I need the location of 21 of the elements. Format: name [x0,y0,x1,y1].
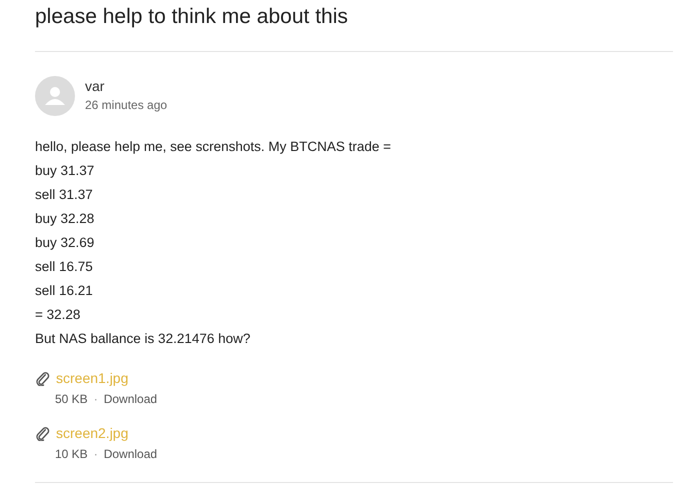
post-time: 26 minutes ago [85,97,168,114]
post-text-line: buy 32.28 [35,210,94,228]
post-text-line: hello, please help me, see screnshots. My BTCNAS trade = [35,138,392,156]
paperclip-icon [35,370,50,386]
page-title: please help to think me about this [35,4,349,30]
file-size: 10 KB [55,447,88,461]
post-text-line: = 32.28 [35,306,80,324]
post-text-line: But NAS ballance is 32.21476 how? [35,330,250,348]
author-name[interactable]: var [85,77,168,95]
post-text-line: sell 16.21 [35,282,93,300]
separator-dot: · [94,392,98,406]
post-text-line: sell 16.75 [35,258,93,276]
post-text-line: buy 31.37 [35,162,94,180]
download-link[interactable]: Download [104,392,158,406]
post-text-line: sell 31.37 [35,186,93,204]
paperclip-icon [35,426,50,440]
file-size: 50 KB [55,392,88,406]
download-link[interactable]: Download [104,447,158,461]
avatar-icon [35,76,75,116]
post-text-line: buy 32.69 [35,234,94,252]
separator-dot: · [94,447,98,461]
